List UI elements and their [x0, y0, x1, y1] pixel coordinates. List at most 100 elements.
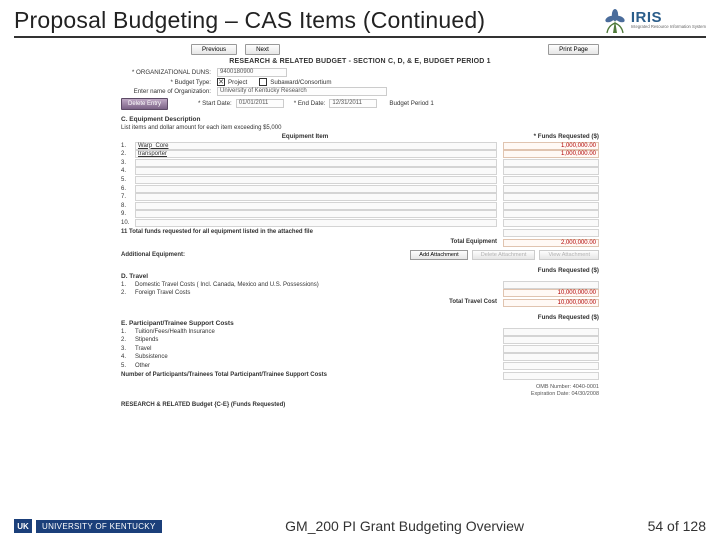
section-c-subtext: List items and dollar amount for each it… [121, 125, 599, 131]
equipment-item-field[interactable] [135, 202, 497, 210]
equipment-item-field[interactable] [135, 193, 497, 201]
participant-amount-field[interactable] [503, 336, 599, 344]
equipment-row: 4. [121, 167, 599, 175]
equipment-item-field[interactable] [135, 210, 497, 218]
equipment-amount-field[interactable]: 1,000,000.00 [503, 142, 599, 150]
equipment-item-field[interactable]: Warp_Core [135, 142, 497, 150]
row-number: 1. [121, 329, 135, 335]
page-indicator: 54 of 128 [648, 518, 706, 534]
equipment-amount-field[interactable] [503, 202, 599, 210]
equipment-row: 8. [121, 202, 599, 210]
org-duns-field[interactable]: 9400180900 [217, 68, 287, 77]
iris-logo-subtext: Integrated Resource Information System [631, 25, 706, 29]
project-checkbox-label: Project [228, 79, 247, 86]
travel-amount-field[interactable]: 10,000,000.00 [503, 289, 599, 297]
start-date-label: Start Date: [198, 100, 232, 107]
equipment-item-field[interactable] [135, 176, 497, 184]
next-button[interactable]: Next [245, 44, 280, 55]
equipment-amount-field[interactable] [503, 219, 599, 227]
travel-row-label: Foreign Travel Costs [135, 290, 497, 296]
equipment-row: 9. [121, 210, 599, 218]
equipment-item-field[interactable] [135, 167, 497, 175]
project-checkbox[interactable]: ✕Project [217, 78, 247, 86]
iris-logo: IRIS Integrated Resource Information Sys… [602, 6, 706, 34]
start-date-field[interactable]: 01/01/2011 [236, 99, 284, 108]
budget-period-label: Budget Period 1 [389, 100, 433, 107]
form-number: RESEARCH & RELATED Budget {C-E} (Funds R… [121, 402, 599, 408]
budget-form: Previous Next Print Page RESEARCH & RELA… [121, 44, 599, 408]
equipment-item-field[interactable]: transporter [135, 150, 497, 158]
total-travel-label: Total Travel Cost [449, 299, 497, 307]
equipment-item-field[interactable] [135, 159, 497, 167]
equipment-amount-field[interactable] [503, 176, 599, 184]
equipment-row: 2.transporter 1,000,000.00 [121, 150, 599, 158]
row-number: 3. [121, 346, 135, 352]
form-title: RESEARCH & RELATED BUDGET - SECTION C, D… [121, 58, 599, 65]
add-attachment-button[interactable]: Add Attachment [410, 250, 468, 260]
org-name-label: Enter name of Organization: [121, 88, 217, 95]
row-number: 5. [121, 177, 135, 183]
participant-amount-field[interactable] [503, 328, 599, 336]
participants-total-value [503, 372, 599, 380]
equipment-item-field[interactable] [135, 219, 497, 227]
subaward-checkbox-label: Subaward/Consortium [270, 79, 331, 86]
end-date-field[interactable]: 12/31/2011 [329, 99, 377, 108]
additional-equipment-label: Additional Equipment: [121, 252, 185, 258]
header-rule [14, 36, 706, 38]
participant-row: 5.Other [121, 362, 599, 370]
participant-amount-field[interactable] [503, 353, 599, 361]
row-number: 10. [121, 220, 135, 226]
travel-row: 2.Foreign Travel Costs 10,000,000.00 [121, 289, 599, 297]
section-d-funds-col: Funds Requested ($) [489, 267, 599, 280]
view-attachment-button[interactable]: View Attachment [539, 250, 599, 260]
participant-row-label: Stipends [135, 337, 497, 343]
equipment-row: 5. [121, 176, 599, 184]
equipment-amount-field[interactable] [503, 193, 599, 201]
print-page-button[interactable]: Print Page [548, 44, 599, 55]
total-line-11: 11 Total funds requested for all equipme… [121, 229, 503, 237]
uk-logo: UK UNIVERSITY OF KENTUCKY [14, 519, 162, 533]
row-number: 5. [121, 363, 135, 369]
participant-row-label: Travel [135, 346, 497, 352]
travel-row-label: Domestic Travel Costs ( Incl. Canada, Me… [135, 282, 497, 288]
equipment-amount-field[interactable] [503, 167, 599, 175]
uk-label: UNIVERSITY OF KENTUCKY [36, 520, 162, 533]
row-number: 4. [121, 168, 135, 174]
delete-entry-button[interactable]: Delete Entry [121, 98, 168, 110]
subaward-checkbox[interactable]: Subaward/Consortium [259, 78, 331, 86]
row-number: 7. [121, 194, 135, 200]
equipment-item-field[interactable] [135, 185, 497, 193]
participant-row: 1.Tuition/Fees/Health Insurance [121, 328, 599, 336]
equipment-amount-field[interactable] [503, 210, 599, 218]
equipment-amount-field[interactable] [503, 159, 599, 167]
equipment-item-col: Equipment Item [121, 133, 489, 140]
row-number: 2. [121, 290, 135, 296]
participant-row-label: Subsistence [135, 354, 497, 360]
equipment-amount-field[interactable]: 1,000,000.00 [503, 150, 599, 158]
travel-amount-field[interactable] [503, 281, 599, 289]
iris-flower-icon [602, 6, 628, 34]
row-number: 8. [121, 203, 135, 209]
participants-footer-line: Number of Participants/Trainees Total Pa… [121, 372, 503, 380]
equipment-amount-field[interactable] [503, 185, 599, 193]
row-number: 9. [121, 211, 135, 217]
row-number: 4. [121, 354, 135, 360]
participant-row: 3.Travel [121, 345, 599, 353]
equipment-row: 10. [121, 219, 599, 227]
row-number: 2. [121, 151, 135, 157]
delete-attachment-button[interactable]: Delete Attachment [472, 250, 536, 260]
previous-button[interactable]: Previous [191, 44, 237, 55]
travel-row: 1.Domestic Travel Costs ( Incl. Canada, … [121, 281, 599, 289]
participant-amount-field[interactable] [503, 362, 599, 370]
participant-amount-field[interactable] [503, 345, 599, 353]
row-number: 1. [121, 282, 135, 288]
participant-row: 2.Stipends [121, 336, 599, 344]
section-d-header: D. Travel [121, 273, 489, 280]
participant-row: 4.Subsistence [121, 353, 599, 361]
uk-mark-icon: UK [14, 519, 32, 533]
row-number: 3. [121, 160, 135, 166]
org-name-field[interactable]: University of Kentucky Research [217, 87, 387, 96]
end-date-label: End Date: [294, 100, 326, 107]
section-e-header: E. Participant/Trainee Support Costs [121, 320, 489, 327]
total-travel-value: 10,000,000.00 [503, 299, 599, 307]
